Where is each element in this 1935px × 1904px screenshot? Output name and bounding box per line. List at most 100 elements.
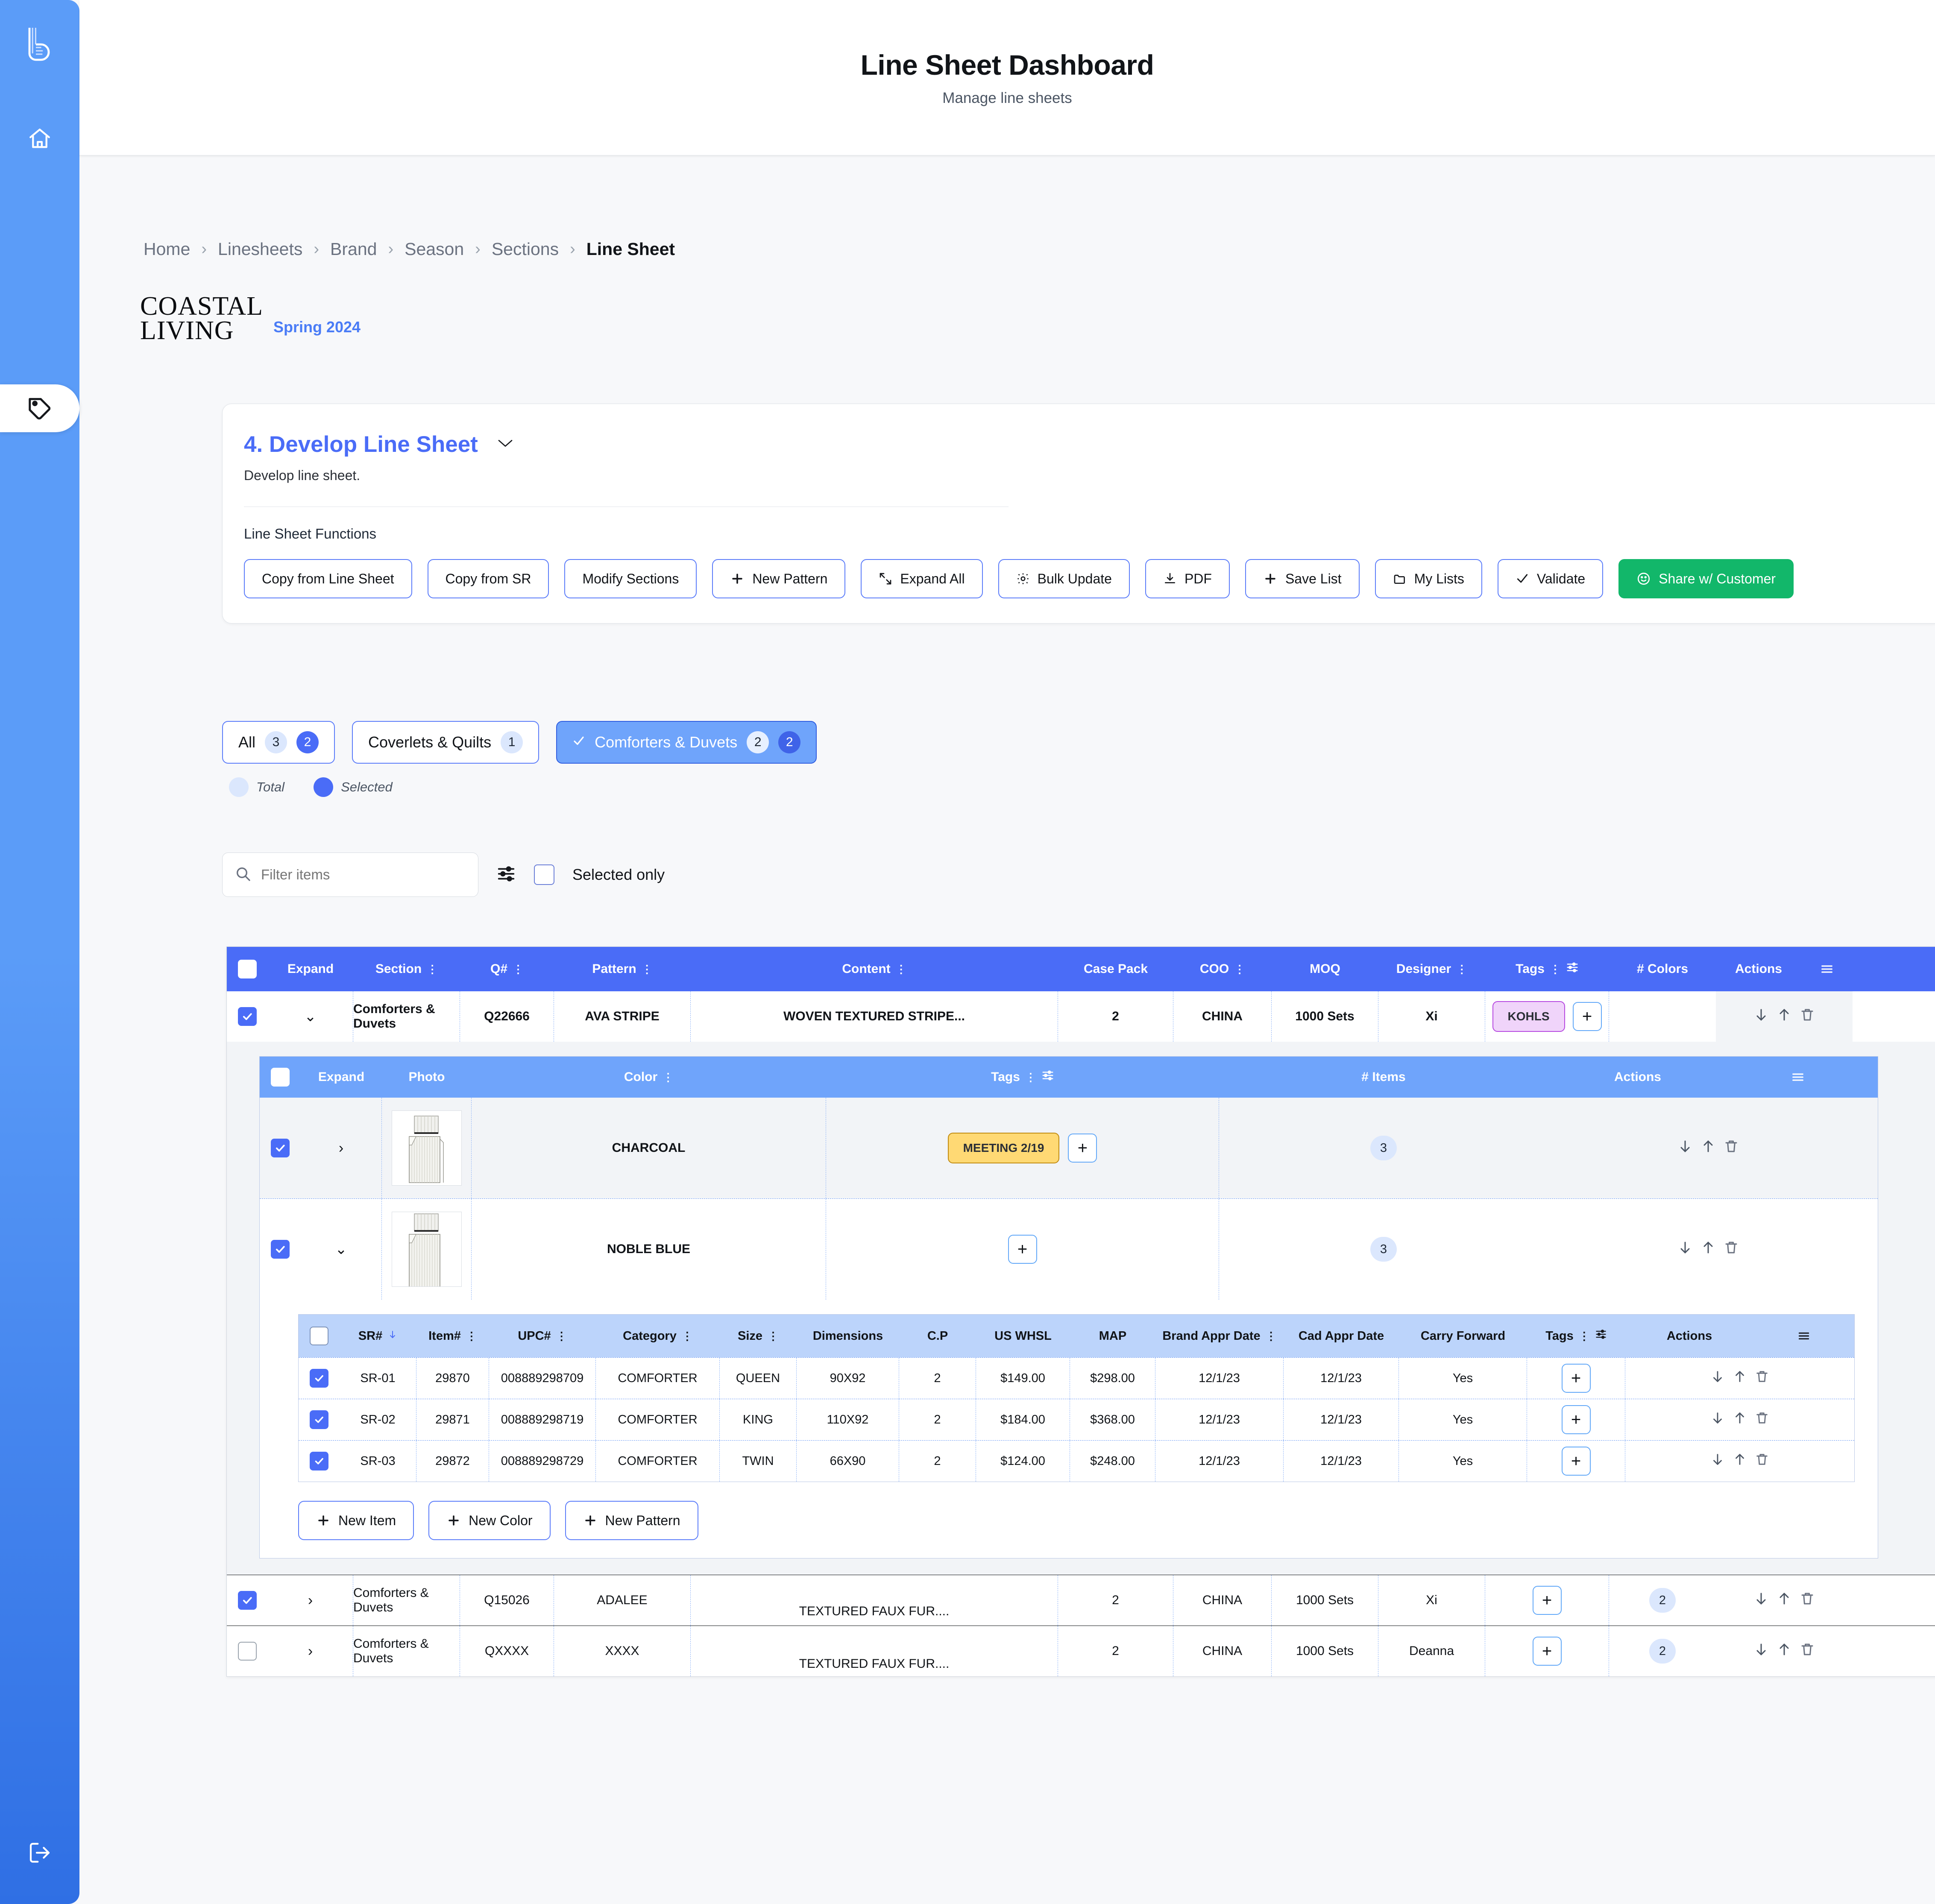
move-down-icon[interactable] <box>1677 1139 1693 1157</box>
delete-icon[interactable] <box>1755 1452 1769 1470</box>
chevron-right-icon[interactable]: › <box>308 1593 313 1608</box>
column-sr[interactable]: SR# <box>340 1315 416 1357</box>
add-tag-button[interactable]: + <box>1008 1235 1037 1264</box>
add-tag-button[interactable]: + <box>1532 1586 1562 1615</box>
row-checkbox[interactable] <box>238 1007 257 1026</box>
modify-sections-button[interactable]: Modify Sections <box>564 559 697 599</box>
add-tag-button[interactable]: + <box>1572 1002 1602 1031</box>
column-num-items[interactable]: # Items <box>1219 1057 1548 1098</box>
column-menu-icon[interactable]: ⋮ <box>513 964 524 975</box>
expand-all-button[interactable]: Expand All <box>861 559 983 599</box>
chevron-down-icon[interactable]: ⌄ <box>335 1242 347 1257</box>
sku-select-all-checkbox[interactable] <box>310 1327 328 1346</box>
table-row[interactable]: ⌄ Comforters & Duvets Q22666 AVA STRIPE … <box>227 991 1935 1042</box>
move-down-icon[interactable] <box>1753 1591 1769 1610</box>
move-down-icon[interactable] <box>1710 1369 1725 1387</box>
move-up-icon[interactable] <box>1700 1139 1716 1157</box>
move-up-icon[interactable] <box>1700 1240 1716 1259</box>
breadcrumb-item-brand[interactable]: Brand <box>330 239 377 259</box>
arrow-down-icon[interactable] <box>387 1329 398 1343</box>
column-cp[interactable]: C.P <box>899 1315 976 1357</box>
chevron-down-icon[interactable]: ⌄ <box>304 1009 317 1024</box>
new-pattern-button[interactable]: New Pattern <box>712 559 846 599</box>
row-expand-toggle[interactable]: › <box>268 1626 353 1677</box>
table-row[interactable]: SR-01 29870 008889298709 COMFORTER QUEEN 90X9… <box>299 1357 1854 1399</box>
move-up-icon[interactable] <box>1733 1452 1747 1470</box>
chevron-right-icon[interactable]: › <box>339 1141 343 1155</box>
tag-chip[interactable]: MEETING 2/19 <box>947 1133 1060 1164</box>
column-menu-icon[interactable]: ⋮ <box>427 964 438 975</box>
move-down-icon[interactable] <box>1677 1240 1693 1259</box>
column-menu-icon[interactable]: ⋮ <box>642 964 653 975</box>
bulk-update-button[interactable]: Bulk Update <box>998 559 1130 599</box>
column-size[interactable]: Size ⋮ <box>720 1315 797 1357</box>
table-row[interactable]: › Comforters & Duvets QXXXX XXXX TEXTURE… <box>227 1626 1935 1677</box>
move-down-icon[interactable] <box>1753 1007 1769 1026</box>
column-case-pack[interactable]: Case Pack <box>1058 947 1173 991</box>
delete-icon[interactable] <box>1800 1007 1815 1026</box>
delete-icon[interactable] <box>1724 1139 1739 1157</box>
row-expand-toggle[interactable]: ⌄ <box>301 1199 382 1300</box>
move-down-icon[interactable] <box>1753 1642 1769 1661</box>
color-table-menu-icon[interactable] <box>1727 1057 1868 1098</box>
copy-from-sr-button[interactable]: Copy from SR <box>427 559 549 599</box>
product-photo[interactable] <box>391 1110 462 1186</box>
move-down-icon[interactable] <box>1710 1452 1725 1470</box>
column-cad-appr-date[interactable]: Cad Appr Date <box>1284 1315 1399 1357</box>
delete-icon[interactable] <box>1755 1411 1769 1429</box>
section-chip-comforters-duvets[interactable]: Comforters & Duvets 2 2 <box>556 721 817 764</box>
column-menu-icon[interactable]: ⋮ <box>466 1330 477 1342</box>
add-tag-button[interactable]: + <box>1561 1405 1591 1435</box>
move-up-icon[interactable] <box>1733 1369 1747 1387</box>
add-tag-button[interactable]: + <box>1532 1637 1562 1666</box>
column-coo[interactable]: COO ⋮ <box>1173 947 1272 991</box>
cell-photo[interactable] <box>382 1098 472 1199</box>
table-row[interactable]: › Comforters & Duvets Q15026 ADALEE TEXT… <box>227 1575 1935 1626</box>
delete-icon[interactable] <box>1800 1591 1815 1610</box>
product-photo[interactable] <box>391 1212 462 1287</box>
column-menu-icon[interactable]: ⋮ <box>1579 1330 1590 1342</box>
move-up-icon[interactable] <box>1777 1642 1792 1661</box>
new-pattern-button[interactable]: New Pattern <box>565 1501 698 1541</box>
column-menu-icon[interactable]: ⋮ <box>1234 964 1245 975</box>
sku-table-menu-icon[interactable] <box>1753 1315 1854 1357</box>
column-menu-icon[interactable]: ⋮ <box>682 1330 693 1342</box>
section-chip-coverlets-quilts[interactable]: Coverlets & Quilts 1 <box>352 721 539 764</box>
sliders-icon[interactable] <box>496 864 516 886</box>
column-tags[interactable]: Tags ⋮ <box>826 1057 1219 1098</box>
column-menu-icon[interactable]: ⋮ <box>768 1330 779 1342</box>
column-dimensions[interactable]: Dimensions <box>797 1315 899 1357</box>
column-menu-icon[interactable]: ⋮ <box>1025 1072 1036 1083</box>
search-input[interactable] <box>261 867 445 883</box>
table-row[interactable]: SR-03 29872 008889298729 COMFORTER TWIN 66X90… <box>299 1440 1854 1482</box>
chevron-right-icon[interactable]: › <box>308 1644 313 1658</box>
delete-icon[interactable] <box>1724 1240 1739 1259</box>
row-checkbox[interactable] <box>271 1240 290 1259</box>
move-down-icon[interactable] <box>1710 1411 1725 1429</box>
move-up-icon[interactable] <box>1777 1591 1792 1610</box>
row-checkbox[interactable] <box>310 1452 328 1471</box>
column-map[interactable]: MAP <box>1070 1315 1155 1357</box>
breadcrumb-item-linesheets[interactable]: Linesheets <box>218 239 302 259</box>
column-carry-forward[interactable]: Carry Forward <box>1399 1315 1527 1357</box>
row-expand-toggle[interactable]: ⌄ <box>268 991 353 1042</box>
copy-from-line-sheet-button[interactable]: Copy from Line Sheet <box>244 559 412 599</box>
cell-photo[interactable] <box>382 1199 472 1300</box>
column-menu-icon[interactable]: ⋮ <box>1266 1330 1277 1342</box>
home-icon[interactable] <box>27 126 52 153</box>
row-expand-toggle[interactable]: › <box>301 1098 382 1199</box>
add-tag-button[interactable]: + <box>1068 1134 1097 1163</box>
new-color-button[interactable]: New Color <box>428 1501 551 1541</box>
column-photo[interactable]: Photo <box>382 1057 472 1098</box>
column-expand[interactable]: Expand <box>301 1057 382 1098</box>
column-expand[interactable]: Expand <box>268 947 353 991</box>
column-section[interactable]: Section ⋮ <box>353 947 460 991</box>
row-checkbox[interactable] <box>310 1369 328 1388</box>
table-row[interactable]: › CHARCOAL MEETING 2/19 + 3 <box>260 1098 1878 1199</box>
column-menu-icon[interactable]: ⋮ <box>896 964 907 975</box>
tag-icon[interactable] <box>0 384 79 432</box>
tags-filter-icon[interactable] <box>1595 1328 1607 1344</box>
breadcrumb-item-season[interactable]: Season <box>405 239 464 259</box>
column-designer[interactable]: Designer ⋮ <box>1378 947 1485 991</box>
row-checkbox[interactable] <box>238 1642 257 1661</box>
